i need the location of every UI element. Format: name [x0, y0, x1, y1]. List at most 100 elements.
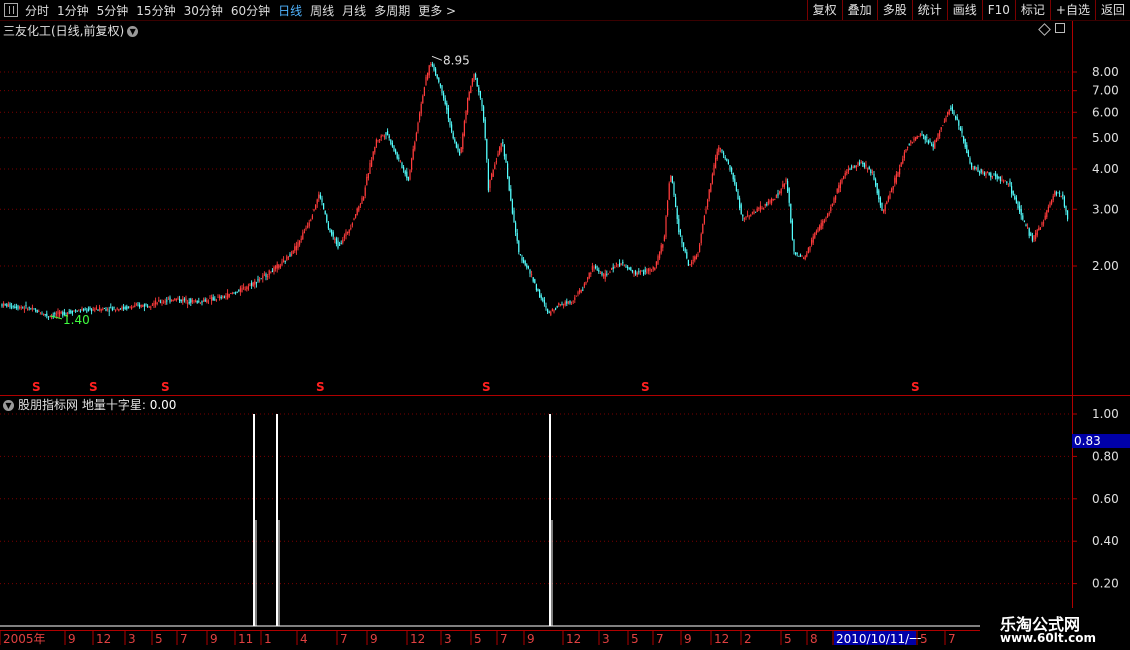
candle-body — [783, 183, 785, 187]
candle-body — [951, 106, 953, 112]
candle-body — [847, 168, 849, 172]
candle-body — [223, 296, 225, 298]
kline-chart[interactable]: 8.00 7.00 6.00 5.00 4.00 3.00 2.00 1.00 0.80 0.60… — [0, 0, 1130, 650]
candle-body — [22, 307, 24, 309]
candle-body — [1038, 228, 1040, 230]
candle-body — [795, 252, 797, 255]
candle-body — [567, 302, 569, 304]
candle-body — [959, 127, 961, 131]
candle-body — [395, 149, 397, 154]
candle-body — [527, 266, 529, 269]
chevron-down-icon[interactable]: ▼ — [3, 400, 14, 411]
candle-body — [1001, 179, 1003, 181]
candle-body — [931, 144, 933, 146]
candle-body — [711, 174, 713, 184]
date-label: 5 — [784, 632, 792, 646]
candle-body — [219, 296, 221, 299]
candle-body — [27, 308, 29, 310]
date-label: 3 — [602, 632, 610, 646]
price-tick-label: 4.00 — [1092, 162, 1119, 176]
indicator-name: 股朋指标网 — [18, 398, 79, 412]
candle-body — [193, 300, 195, 302]
candle-body — [499, 147, 501, 154]
candle-body — [604, 273, 606, 279]
candle-body — [982, 171, 984, 173]
candle-body — [732, 172, 734, 180]
candle-body — [86, 310, 88, 312]
candle-body — [222, 296, 224, 297]
candle-body — [873, 174, 875, 180]
candle-body — [571, 301, 573, 303]
candle-body — [849, 169, 851, 171]
candle-body — [318, 194, 320, 199]
indicator-value: 0.00 — [149, 398, 177, 412]
candle-body — [167, 299, 169, 300]
candle-body — [76, 311, 78, 312]
candle-body — [155, 300, 157, 305]
candle-body — [97, 310, 99, 311]
candle-body — [310, 219, 312, 221]
candle-body — [507, 163, 509, 178]
candle-body — [59, 311, 61, 316]
candle-body — [1057, 192, 1059, 194]
candle-body — [303, 231, 305, 233]
candle-body — [559, 304, 561, 306]
candle-body — [763, 207, 765, 209]
candle-body — [791, 220, 793, 240]
candle-body — [599, 273, 601, 274]
candle-body — [785, 179, 787, 182]
candle-body — [638, 271, 640, 273]
price-tick-label: 2.00 — [1092, 259, 1119, 273]
candle-body — [580, 289, 582, 293]
candle-body — [601, 271, 603, 276]
candle-body — [1060, 195, 1062, 197]
candle-body — [284, 261, 286, 262]
candle-body — [36, 309, 38, 313]
indicator-formula: 地量十字星 — [81, 398, 142, 412]
candle-body — [663, 236, 665, 242]
candle-body — [516, 232, 518, 241]
candle-body — [220, 296, 222, 299]
candle-body — [519, 254, 521, 255]
candle-body — [939, 131, 941, 137]
candle-body — [278, 264, 280, 269]
candle-body — [699, 244, 701, 253]
candle-body — [913, 138, 915, 141]
candle-body — [398, 157, 400, 159]
candle-body — [863, 162, 865, 167]
candle-body — [644, 269, 646, 272]
candle-body — [465, 110, 467, 120]
candle-body — [652, 266, 654, 270]
indicator-tick-label: 0.20 — [1092, 577, 1119, 591]
candle-body — [998, 176, 1000, 178]
candle-body — [244, 289, 246, 291]
candle-body — [843, 176, 845, 179]
candle-body — [55, 314, 57, 316]
candle-body — [203, 300, 205, 302]
candle-body — [879, 197, 881, 206]
candle-body — [228, 293, 230, 297]
candle-body — [678, 218, 680, 233]
candle-body — [814, 233, 816, 238]
candle-body — [887, 196, 889, 201]
candle-body — [113, 306, 115, 309]
candle-body — [177, 298, 179, 300]
candle-body — [708, 189, 710, 199]
candle-body — [556, 306, 558, 308]
candle-body — [47, 316, 49, 318]
candle-body — [878, 190, 880, 200]
candle-body — [607, 273, 609, 275]
signal-marker: S — [32, 380, 41, 394]
candle-body — [340, 243, 342, 244]
candle-body — [942, 125, 944, 127]
candle-body — [227, 293, 229, 299]
candle-body — [412, 148, 414, 159]
candle-body — [364, 187, 366, 196]
candle-body — [809, 246, 811, 251]
candle-body — [209, 298, 211, 299]
candle-body — [929, 141, 931, 142]
candle-body — [180, 299, 182, 302]
candle-body — [934, 140, 936, 149]
candle-body — [727, 161, 729, 165]
candle-body — [217, 297, 219, 298]
